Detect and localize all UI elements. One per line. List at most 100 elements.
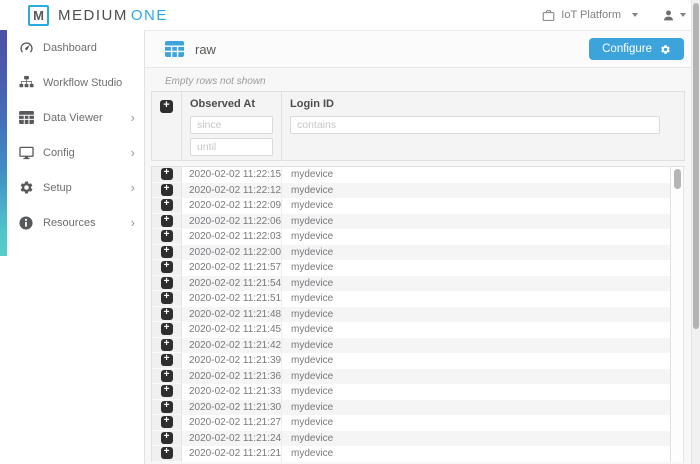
expand-row-icon[interactable]	[160, 199, 173, 212]
observed-at-cell: 2020-02-02 11:21:48	[182, 306, 282, 322]
table-row[interactable]: 2020-02-02 11:22:12 mydevice	[152, 182, 670, 198]
expand-row-cell[interactable]	[152, 384, 182, 400]
table-row[interactable]: 2020-02-02 11:21:21 mydevice	[152, 446, 670, 462]
expand-row-icon[interactable]	[160, 431, 173, 444]
expand-all-icon[interactable]	[160, 100, 173, 113]
sidebar-item-dashboard[interactable]: Dashboard	[0, 30, 144, 65]
page-scrollbar-thumb[interactable]	[693, 3, 699, 329]
expand-row-cell[interactable]	[152, 399, 182, 415]
expand-row-cell[interactable]	[152, 229, 182, 245]
table-scrollbar-thumb[interactable]	[674, 169, 681, 189]
sidebar-item-workflow-studio[interactable]: Workflow Studio	[0, 65, 144, 100]
expand-row-cell[interactable]	[152, 322, 182, 338]
expand-row-cell[interactable]	[152, 260, 182, 276]
data-table-icon	[18, 111, 34, 124]
page-title: raw	[195, 41, 216, 57]
table-row[interactable]: 2020-02-02 11:22:06 mydevice	[152, 213, 670, 229]
table-scrollbar[interactable]	[671, 167, 684, 462]
page-scrollbar[interactable]	[691, 0, 700, 464]
observed-at-cell: 2020-02-02 11:21:21	[182, 446, 282, 462]
table-row[interactable]: 2020-02-02 11:21:27 mydevice	[152, 415, 670, 431]
expand-row-icon[interactable]	[160, 338, 173, 351]
login-id-cell: mydevice	[291, 215, 334, 227]
table-row[interactable]: 2020-02-02 11:22:15 mydevice	[152, 167, 670, 183]
observed-at-cell: 2020-02-02 11:21:39	[182, 353, 282, 369]
table-row[interactable]: 2020-02-02 11:21:57 mydevice	[152, 260, 670, 276]
table-row[interactable]: 2020-02-02 11:21:24 mydevice	[152, 430, 670, 446]
expand-row-icon[interactable]	[160, 385, 173, 398]
expand-row-cell[interactable]	[152, 182, 182, 198]
data-table: Observed At Login ID 2020-02-02 11:22:15…	[151, 91, 685, 462]
login-id-cell: mydevice	[291, 200, 334, 212]
observed-at-cell: 2020-02-02 11:21:24	[182, 430, 282, 446]
expand-row-icon[interactable]	[160, 400, 173, 413]
sidebar-accent-strip	[0, 30, 7, 256]
contains-filter-input[interactable]	[290, 116, 660, 134]
expand-row-icon[interactable]	[160, 183, 173, 196]
brand-name-secondary: ONE	[130, 6, 168, 24]
expand-row-icon[interactable]	[160, 276, 173, 289]
expand-row-icon[interactable]	[160, 416, 173, 429]
expand-row-cell[interactable]	[152, 446, 182, 462]
table-row[interactable]: 2020-02-02 11:21:39 mydevice	[152, 353, 670, 369]
expand-row-cell[interactable]	[152, 291, 182, 307]
expand-row-icon[interactable]	[160, 245, 173, 258]
expand-row-cell[interactable]	[152, 353, 182, 369]
expand-row-icon[interactable]	[160, 307, 173, 320]
table-row[interactable]: 2020-02-02 11:21:51 mydevice	[152, 291, 670, 307]
expand-row-cell[interactable]	[152, 198, 182, 214]
expand-row-icon[interactable]	[160, 214, 173, 227]
expand-row-cell[interactable]	[152, 430, 182, 446]
until-filter-input[interactable]	[190, 138, 273, 156]
sidebar-item-config[interactable]: Config ›	[0, 135, 144, 170]
expand-row-icon[interactable]	[160, 369, 173, 382]
expand-row-cell[interactable]	[152, 167, 182, 183]
sidebar-item-data-viewer[interactable]: Data Viewer ›	[0, 100, 144, 135]
sidebar-item-setup[interactable]: Setup ›	[0, 170, 144, 205]
expand-row-icon[interactable]	[160, 447, 173, 460]
user-menu[interactable]	[662, 9, 686, 22]
observed-at-cell: 2020-02-02 11:21:57	[182, 260, 282, 276]
briefcase-icon	[542, 9, 555, 22]
dashboard-icon	[18, 40, 34, 55]
table-row[interactable]: 2020-02-02 11:22:09 mydevice	[152, 198, 670, 214]
expand-row-cell[interactable]	[152, 415, 182, 431]
table-row[interactable]: 2020-02-02 11:21:30 mydevice	[152, 399, 670, 415]
table-row[interactable]: 2020-02-02 11:21:42 mydevice	[152, 337, 670, 353]
brand-logo[interactable]: M	[28, 4, 49, 26]
login-id-cell: mydevice	[291, 231, 334, 243]
table-row[interactable]: 2020-02-02 11:22:03 mydevice	[152, 229, 670, 245]
table-row[interactable]: 2020-02-02 11:21:33 mydevice	[152, 384, 670, 400]
expand-row-icon[interactable]	[160, 354, 173, 367]
expand-row-cell[interactable]	[152, 306, 182, 322]
expand-row-cell[interactable]	[152, 275, 182, 291]
platform-context-menu[interactable]: IoT Platform	[542, 9, 638, 22]
login-id-cell: mydevice	[291, 417, 334, 429]
expand-row-icon[interactable]	[160, 323, 173, 336]
table-row[interactable]: 2020-02-02 11:22:00 mydevice	[152, 244, 670, 260]
login-id-cell: mydevice	[291, 432, 334, 444]
observed-at-cell: 2020-02-02 11:21:42	[182, 337, 282, 353]
sidebar-item-resources[interactable]: Resources ›	[0, 205, 144, 240]
expand-row-cell[interactable]	[152, 213, 182, 229]
login-id-cell: mydevice	[291, 448, 334, 460]
since-filter-input[interactable]	[190, 116, 273, 134]
table-row[interactable]: 2020-02-02 11:21:36 mydevice	[152, 368, 670, 384]
expand-row-cell[interactable]	[152, 244, 182, 260]
expand-row-icon[interactable]	[160, 168, 173, 181]
table-row[interactable]: 2020-02-02 11:21:48 mydevice	[152, 306, 670, 322]
observed-at-cell: 2020-02-02 11:21:27	[182, 415, 282, 431]
expand-row-cell[interactable]	[152, 368, 182, 384]
configure-button[interactable]: Configure	[589, 38, 684, 60]
expand-row-icon[interactable]	[160, 230, 173, 243]
caret-down-icon	[680, 13, 686, 17]
expand-row-cell[interactable]	[152, 337, 182, 353]
table-row[interactable]: 2020-02-02 11:21:54 mydevice	[152, 275, 670, 291]
expand-row-icon[interactable]	[160, 292, 173, 305]
login-id-cell: mydevice	[291, 324, 334, 336]
table-row[interactable]: 2020-02-02 11:21:45 mydevice	[152, 322, 670, 338]
info-icon	[18, 215, 34, 230]
observed-at-cell: 2020-02-02 11:22:12	[182, 182, 282, 198]
sidebar-item-label: Workflow Studio	[43, 76, 123, 89]
expand-row-icon[interactable]	[160, 261, 173, 274]
